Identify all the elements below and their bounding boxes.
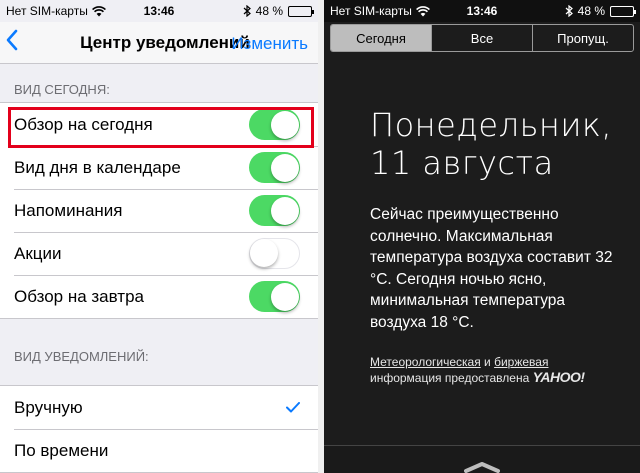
list-item-label: Вид дня в календаре bbox=[14, 157, 181, 177]
section-header-notifications: ВИД УВЕДОМЛЕНИЙ: bbox=[14, 349, 149, 364]
status-time: 13:46 bbox=[466, 4, 498, 18]
checkmark-icon bbox=[286, 397, 300, 418]
list-item-label: Акции bbox=[14, 243, 62, 263]
status-bar: Нет SIM-карты 13:46 48 % bbox=[324, 0, 640, 22]
toggle-switch[interactable] bbox=[249, 152, 300, 183]
attribution: Метеорологическая и биржевая информация … bbox=[370, 355, 632, 386]
carrier: Нет SIM-карты bbox=[6, 4, 106, 18]
tab-missed[interactable]: Пропущ. bbox=[532, 25, 633, 51]
bluetooth-icon bbox=[243, 5, 251, 17]
notification-center-screen: Нет SIM-карты 13:46 48 % Сегодня Все Про… bbox=[324, 0, 640, 473]
status-right: 48 % bbox=[565, 4, 636, 18]
list-item-manual[interactable]: Вручную bbox=[0, 386, 318, 429]
carrier-label: Нет SIM-карты bbox=[330, 4, 412, 18]
list-item-label: Напоминания bbox=[14, 200, 123, 220]
battery-icon bbox=[610, 5, 636, 17]
bottom-bar bbox=[324, 445, 640, 473]
toggle-switch[interactable] bbox=[249, 238, 300, 269]
list-item-label: Обзор на сегодня bbox=[14, 114, 153, 134]
list-item-label: По времени bbox=[14, 440, 109, 460]
notifications-view-list: Вручную По времени bbox=[0, 385, 318, 473]
yahoo-logo: YAHOO! bbox=[532, 369, 585, 385]
wifi-icon bbox=[91, 5, 106, 16]
battery-percent: 48 % bbox=[577, 4, 605, 18]
attribution-and: и bbox=[484, 355, 491, 369]
battery-icon bbox=[288, 5, 314, 17]
status-bar: Нет SIM-карты 13:46 48 % bbox=[0, 0, 318, 22]
status-time: 13:46 bbox=[143, 4, 175, 18]
list-item-label: Обзор на завтра bbox=[14, 286, 144, 306]
attribution-text: информация предоставлена bbox=[370, 371, 530, 385]
weather-summary: Сейчас преимущественно солнечно. Максима… bbox=[370, 206, 613, 331]
wifi-icon bbox=[415, 5, 430, 16]
list-item-calendar-day[interactable]: Вид дня в календаре bbox=[0, 146, 318, 189]
edit-button[interactable]: Изменить bbox=[231, 34, 308, 54]
carrier: Нет SIM-карты bbox=[330, 4, 430, 18]
list-item-by-time[interactable]: По времени bbox=[0, 429, 318, 472]
date-weekday: Понедельник, bbox=[370, 106, 613, 144]
bluetooth-icon bbox=[565, 5, 573, 17]
page-title: Центр уведомлений bbox=[80, 32, 250, 52]
today-view-list: Обзор на сегодня Вид дня в календаре Нап… bbox=[0, 102, 318, 319]
back-chevron-icon[interactable] bbox=[6, 29, 18, 57]
list-item-label: Вручную bbox=[14, 397, 83, 417]
weather-link[interactable]: Метеорологическая bbox=[370, 355, 481, 369]
list-item-tomorrow-summary[interactable]: Обзор на завтра bbox=[0, 275, 318, 318]
section-header-today: ВИД СЕГОДНЯ: bbox=[14, 82, 110, 97]
toggle-switch[interactable] bbox=[249, 281, 300, 312]
status-right: 48 % bbox=[243, 4, 314, 18]
date-day: 11 августа bbox=[370, 144, 554, 182]
list-item-today-summary[interactable]: Обзор на сегодня bbox=[0, 103, 318, 146]
toggle-switch[interactable] bbox=[249, 195, 300, 226]
settings-screen: Нет SIM-карты 13:46 48 % Центр уведомлен… bbox=[0, 0, 318, 473]
carrier-label: Нет SIM-карты bbox=[6, 4, 88, 18]
tab-today[interactable]: Сегодня bbox=[331, 25, 431, 51]
list-item-reminders[interactable]: Напоминания bbox=[0, 189, 318, 232]
battery-percent: 48 % bbox=[255, 4, 283, 18]
date-heading: Понедельник, 11 августа bbox=[370, 106, 640, 182]
tab-all[interactable]: Все bbox=[431, 25, 532, 51]
navigation-bar: Центр уведомлений Изменить bbox=[0, 22, 318, 64]
toggle-switch[interactable] bbox=[249, 109, 300, 140]
drag-handle-icon[interactable] bbox=[464, 459, 500, 473]
segmented-control: Сегодня Все Пропущ. bbox=[330, 24, 634, 52]
list-item-stocks[interactable]: Акции bbox=[0, 232, 318, 275]
stocks-link[interactable]: биржевая bbox=[494, 355, 548, 369]
